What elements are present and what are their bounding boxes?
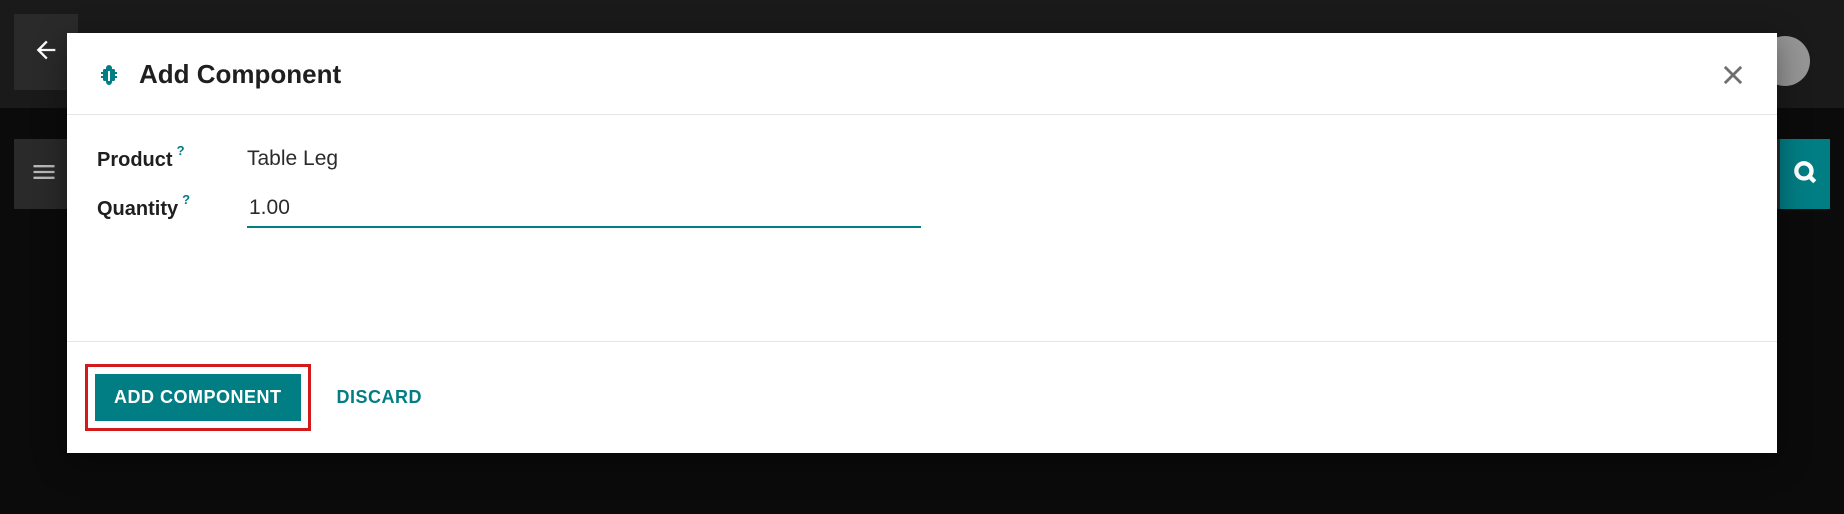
quantity-label: Quantity — [97, 198, 178, 221]
modal-body: Product ? Table Leg Quantity ? — [67, 115, 1777, 342]
modal-header: Add Component — [67, 33, 1777, 115]
quantity-field-row: Quantity ? — [97, 194, 1747, 228]
product-label-wrap: Product ? — [97, 145, 247, 172]
product-value[interactable]: Table Leg — [247, 145, 338, 171]
product-label: Product — [97, 149, 173, 172]
quantity-input[interactable] — [247, 194, 921, 228]
hamburger-icon — [30, 158, 58, 191]
modal-footer: Add Component Discard — [67, 342, 1777, 453]
menu-button[interactable] — [14, 139, 74, 209]
bug-icon — [97, 63, 121, 87]
quantity-label-wrap: Quantity ? — [97, 194, 247, 221]
search-icon — [1792, 159, 1818, 190]
close-icon — [1719, 76, 1747, 93]
close-button[interactable] — [1719, 61, 1747, 89]
product-field-row: Product ? Table Leg — [97, 145, 1747, 172]
product-help-icon[interactable]: ? — [177, 143, 185, 158]
quantity-help-icon[interactable]: ? — [182, 192, 190, 207]
primary-button-highlight: Add Component — [85, 364, 311, 431]
search-button[interactable] — [1780, 139, 1830, 209]
add-component-button[interactable]: Add Component — [95, 374, 301, 421]
discard-button[interactable]: Discard — [331, 375, 429, 420]
add-component-modal: Add Component Product ? Table Leg Quanti… — [67, 33, 1777, 453]
arrow-left-icon — [32, 36, 60, 69]
modal-title: Add Component — [139, 59, 1719, 90]
